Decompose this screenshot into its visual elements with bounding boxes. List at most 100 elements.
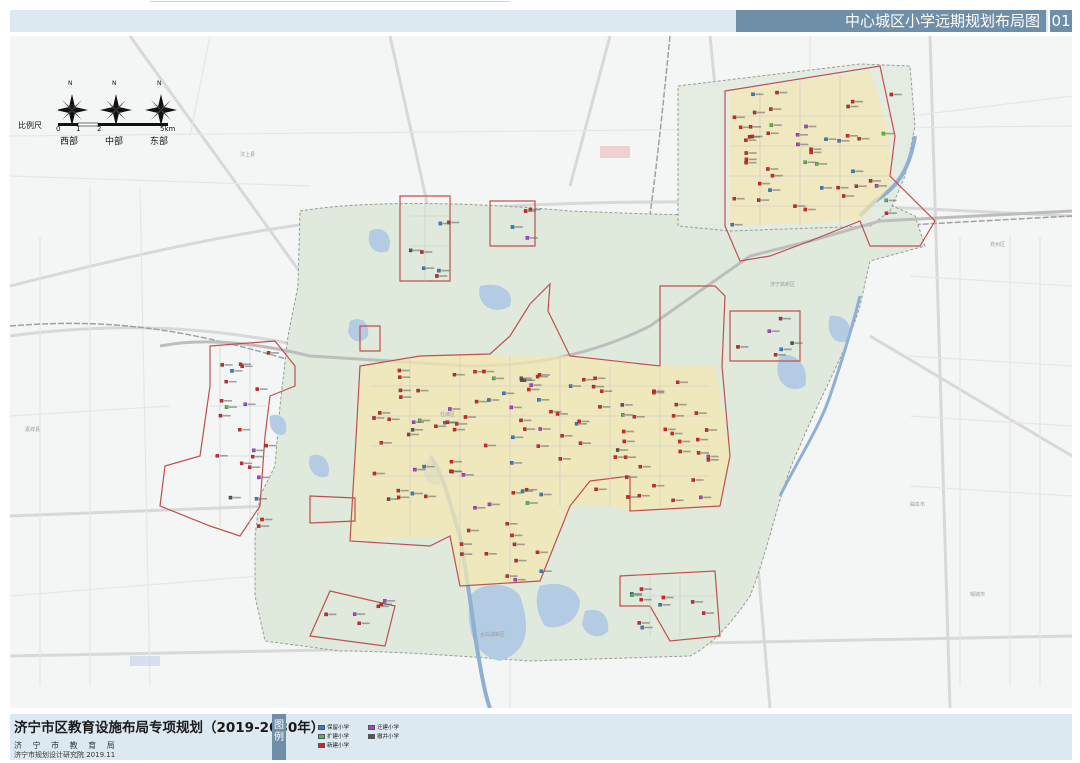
school-marker [510,533,514,538]
school-name-glyph [441,269,450,272]
school-marker [396,488,401,493]
map-canvas[interactable]: 嘉祥县 汶上县 济宁高新区 太白湖新区 任城区 兖州区 邹城市 曲阜市 N N … [9,35,1073,709]
school-marker [215,454,220,458]
school-marker [352,612,357,616]
school-name-glyph [528,210,536,212]
school-marker [264,443,268,448]
school-marker [466,528,471,533]
school-name-glyph [543,493,552,496]
school-name-glyph [527,428,536,430]
school-marker [630,593,634,597]
school-name-glyph [562,458,571,460]
school-name-glyph [700,438,709,441]
school-name-glyph [411,433,420,436]
school-marker [699,495,703,500]
school-name-glyph [617,456,626,458]
school-marker [615,448,620,452]
school-name-glyph [706,612,715,614]
school-marker [525,501,530,505]
scale-tick: 1 [76,125,81,133]
school-marker [846,104,850,109]
school-marker [696,437,700,442]
school-marker [639,587,644,591]
school-name-glyph [428,495,437,498]
school-marker [417,418,422,423]
school-marker [730,222,734,227]
school-name-glyph [797,205,806,207]
school-name-glyph [400,489,409,492]
school-name-glyph [734,223,743,226]
school-name-glyph [783,317,791,320]
school-name-glyph [234,370,243,372]
school-marker [626,495,630,499]
school-name-glyph [675,499,684,502]
school-name-glyph [540,375,548,378]
school-marker [511,491,516,495]
school-marker [577,419,581,424]
school-name-glyph [858,185,867,187]
school-name-glyph [800,134,808,136]
school-marker [663,427,668,432]
school-marker [658,603,662,607]
school-name-glyph [415,429,424,431]
school-name-glyph [383,442,392,444]
school-name-glyph [401,496,410,499]
school-name-glyph [582,442,591,444]
school-marker [889,92,894,97]
school-name-glyph [529,237,538,239]
landmark-block [600,146,630,158]
school-marker [841,194,846,198]
page-number: 01 [1048,10,1072,32]
top-divider [150,1,510,2]
school-marker [535,374,540,379]
school-marker [424,494,428,499]
school-marker [445,420,450,424]
school-marker [815,162,819,166]
school-name-glyph [626,430,635,433]
district-label: 汶上县 [240,151,255,158]
school-name-glyph [709,429,718,431]
compass-label-center: 中部 [105,137,124,147]
school-marker [399,395,403,399]
school-marker [768,188,772,192]
school-name-glyph [523,419,532,422]
district-label: 济宁高新区 [770,281,795,288]
school-marker [706,458,711,462]
school-marker [674,402,679,407]
school-name-glyph [491,399,500,401]
north-label: N [157,80,162,87]
school-marker [555,412,560,416]
school-marker [594,487,598,492]
school-name-glyph [439,275,448,277]
school-marker [238,362,243,366]
school-name-glyph [464,543,472,545]
school-marker [620,403,625,407]
school-name-glyph [634,594,643,596]
school-marker [238,427,242,432]
school-marker [452,372,457,377]
school-marker [652,483,656,488]
school-marker [324,612,328,617]
school-name-glyph [328,613,337,616]
school-marker [413,467,417,472]
school-marker [243,402,248,407]
scale-tick: 2 [97,125,102,133]
scale-tick: 0 [56,125,61,133]
school-name-glyph [701,452,709,454]
school-name-glyph [255,455,264,458]
school-name-glyph [244,462,253,465]
title-bar: 中心城区小学远期规划布局图 01 [10,10,1072,32]
school-marker [558,457,563,461]
school-name-glyph [560,413,568,415]
school-marker [372,416,376,420]
school-name-glyph [442,222,451,225]
school-marker [621,429,626,434]
school-name-glyph [402,389,411,392]
school-name-glyph [773,124,782,126]
school-marker [514,558,518,563]
school-name-glyph [465,474,474,476]
school-marker [549,409,553,414]
school-marker [460,552,464,556]
school-marker [459,542,464,546]
school-marker [751,92,755,97]
